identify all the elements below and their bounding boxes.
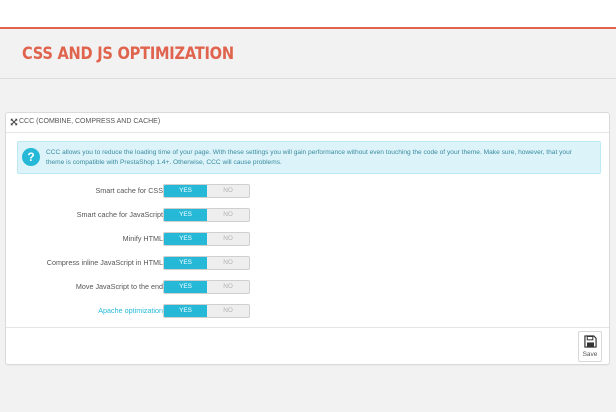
toggle-no-option[interactable]: NO <box>207 209 249 221</box>
toggle-yes-option[interactable]: YES <box>164 185 207 197</box>
page-title: CSS AND JS OPTIMIZATION <box>22 44 234 64</box>
expand-arrows-icon <box>10 118 18 126</box>
ccc-panel: CCC (COMBINE, COMPRESS AND CACHE) ? CCC … <box>5 112 610 365</box>
setting-label: Smart cache for JavaScript <box>76 210 163 219</box>
alert-text-line-2: theme is compatible with PrestaShop 1.4+… <box>46 159 282 166</box>
toggle-yes-option[interactable]: YES <box>164 305 207 317</box>
toggle-yes-option[interactable]: YES <box>164 257 207 269</box>
smart-cache-js-toggle[interactable]: YES NO <box>163 208 250 222</box>
apache-optimization-link[interactable]: Apache optimization <box>98 306 163 315</box>
floppy-disk-icon <box>584 335 597 348</box>
setting-label: Minify HTML <box>122 234 163 243</box>
panel-footer: Save <box>6 327 609 365</box>
question-circle-icon: ? <box>22 148 40 166</box>
smart-cache-css-toggle[interactable]: YES NO <box>163 184 250 198</box>
panel-title: CCC (COMBINE, COMPRESS AND CACHE) <box>19 118 161 125</box>
toggle-no-option[interactable]: NO <box>207 185 249 197</box>
save-button[interactable]: Save <box>578 331 602 362</box>
toggle-no-option[interactable]: NO <box>207 233 249 245</box>
toggle-no-option[interactable]: NO <box>207 257 249 269</box>
toggle-yes-option[interactable]: YES <box>164 209 207 221</box>
top-bar <box>0 0 616 29</box>
setting-label: Compress inline JavaScript in HTML <box>46 258 163 267</box>
setting-row-smart-cache-css: Smart cache for CSS YES NO <box>6 184 609 198</box>
setting-row-compress-inline-js: Compress inline JavaScript in HTML YES N… <box>6 256 609 270</box>
setting-row-apache-optimization: Apache optimization YES NO <box>6 304 609 318</box>
toggle-yes-option[interactable]: YES <box>164 233 207 245</box>
alert-text-line-1: CCC allows you to reduce the loading tim… <box>46 149 572 156</box>
toggle-no-option[interactable]: NO <box>207 281 249 293</box>
setting-row-smart-cache-js: Smart cache for JavaScript YES NO <box>6 208 609 222</box>
compress-inline-js-toggle[interactable]: YES NO <box>163 256 250 270</box>
toggle-yes-option[interactable]: YES <box>164 281 207 293</box>
setting-row-minify-html: Minify HTML YES NO <box>6 232 609 246</box>
toggle-no-option[interactable]: NO <box>207 305 249 317</box>
panel-heading: CCC (COMBINE, COMPRESS AND CACHE) <box>6 113 609 133</box>
move-js-end-toggle[interactable]: YES NO <box>163 280 250 294</box>
setting-row-move-js-end: Move JavaScript to the end YES NO <box>6 280 609 294</box>
setting-label: Smart cache for CSS <box>95 186 163 195</box>
apache-optimization-toggle[interactable]: YES NO <box>163 304 250 318</box>
minify-html-toggle[interactable]: YES NO <box>163 232 250 246</box>
info-alert: ? CCC allows you to reduce the loading t… <box>17 141 601 174</box>
save-label: Save <box>582 351 598 358</box>
page-header: CSS AND JS OPTIMIZATION <box>0 31 616 79</box>
setting-label: Move JavaScript to the end <box>75 282 163 291</box>
